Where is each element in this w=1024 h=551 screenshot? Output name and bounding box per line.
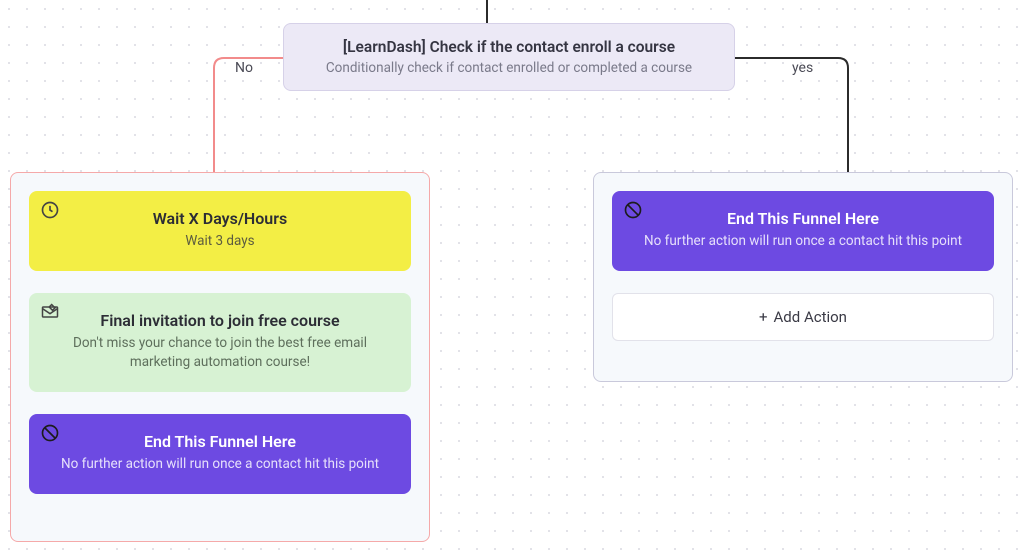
plus-icon: +: [759, 308, 768, 326]
branch-label-no: No: [235, 60, 253, 76]
condition-title: [LearnDash] Check if the contact enroll …: [306, 38, 712, 56]
end-sub-left: No further action will run once a contac…: [57, 455, 383, 474]
end-title-left: End This Funnel Here: [57, 432, 383, 451]
end-funnel-card-left[interactable]: End This Funnel Here No further action w…: [29, 414, 411, 494]
wait-sub: Wait 3 days: [57, 232, 383, 251]
condition-subtitle: Conditionally check if contact enrolled …: [306, 60, 712, 76]
end-funnel-card-right[interactable]: End This Funnel Here No further action w…: [612, 191, 994, 271]
yes-branch-panel: End This Funnel Here No further action w…: [593, 172, 1013, 382]
condition-node[interactable]: [LearnDash] Check if the contact enroll …: [283, 23, 735, 91]
email-title: Final invitation to join free course: [57, 311, 383, 330]
wait-card[interactable]: Wait X Days/Hours Wait 3 days: [29, 191, 411, 271]
email-sub: Don't miss your chance to join the best …: [57, 334, 383, 372]
branch-label-yes: yes: [792, 60, 813, 76]
no-branch-panel: Wait X Days/Hours Wait 3 days Final invi…: [10, 172, 430, 542]
stop-circle-icon: [39, 422, 61, 444]
add-action-label: Add Action: [774, 308, 847, 326]
wait-title: Wait X Days/Hours: [57, 209, 383, 228]
end-sub-right: No further action will run once a contac…: [640, 232, 966, 251]
stop-circle-icon: [622, 199, 644, 221]
email-card[interactable]: Final invitation to join free course Don…: [29, 293, 411, 392]
envelope-pen-icon: [39, 301, 61, 323]
end-title-right: End This Funnel Here: [640, 209, 966, 228]
add-action-button[interactable]: + Add Action: [612, 293, 994, 341]
clock-icon: [39, 199, 61, 221]
